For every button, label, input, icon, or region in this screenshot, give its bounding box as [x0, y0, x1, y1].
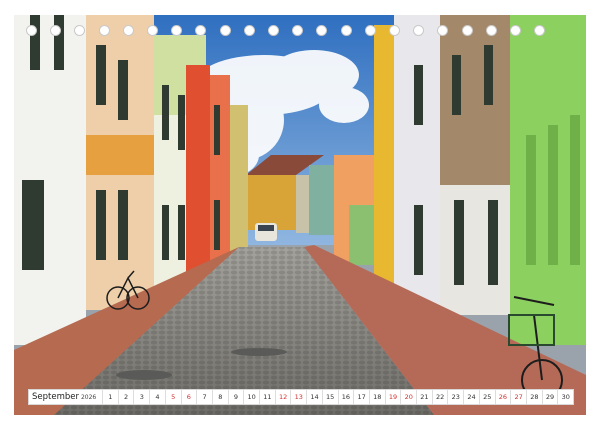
binding-hole — [389, 25, 400, 36]
binding-hole — [268, 25, 279, 36]
calendar-day: 24 — [463, 390, 479, 404]
binding-hole — [364, 25, 376, 36]
binding-hole — [219, 25, 231, 36]
calendar-day: 17 — [353, 390, 369, 404]
calendar-day: 15 — [321, 390, 338, 404]
calendar-day: 20 — [400, 390, 416, 404]
binding-hole — [316, 25, 328, 36]
calendar-day: 12 — [274, 390, 291, 404]
binding-hole — [485, 25, 497, 36]
binding-holes — [0, 25, 600, 39]
binding-hole — [195, 25, 207, 36]
calendar-day: 4 — [149, 390, 165, 404]
year-label: 2026 — [80, 394, 97, 401]
calendar-day: 13 — [290, 390, 306, 404]
calendar-day: 11 — [259, 390, 275, 404]
street-photo — [14, 15, 586, 415]
binding-hole — [413, 25, 425, 36]
binding-hole — [340, 25, 352, 36]
calendar-day: 26 — [494, 390, 511, 404]
calendar-day: 3 — [133, 390, 149, 404]
calendar-day: 6 — [180, 390, 197, 404]
manhole — [231, 348, 287, 356]
calendar-day: 5 — [164, 390, 181, 404]
calendar-day: 23 — [447, 390, 463, 404]
binding-hole — [534, 25, 546, 36]
street-scene — [14, 15, 586, 415]
binding-hole — [26, 25, 37, 36]
calendar-day: 2 — [117, 390, 134, 404]
month-name: September — [32, 392, 79, 402]
calendar-day: 30 — [557, 390, 573, 404]
calendar-day: 1 — [102, 390, 118, 404]
calendar-day: 28 — [525, 390, 542, 404]
calendar-day: 14 — [306, 390, 322, 404]
binding-hole — [243, 25, 255, 36]
binding-hole — [122, 25, 134, 36]
month-label: September 2026 — [29, 390, 102, 404]
calendar-day: 19 — [384, 390, 401, 404]
calendar-day: 16 — [337, 390, 354, 404]
calendar-strip: September 2026 1 2 3 4 5 6 7 8 9 10 11 12 13 14 15 16 17 1… — [28, 389, 574, 405]
day-row: 1 2 3 4 5 6 7 8 9 10 11 12 13 14 15 16 17 18 19 20 21 22 23 24 2… — [102, 390, 573, 404]
calendar-day: 25 — [478, 390, 495, 404]
binding-hole — [171, 25, 183, 36]
binding-hole — [292, 25, 304, 36]
calendar-day: 21 — [416, 390, 432, 404]
binding-hole — [147, 25, 158, 36]
calendar-day: 29 — [541, 390, 558, 404]
binding-hole — [74, 25, 86, 36]
binding-hole — [50, 25, 62, 36]
calendar-day: 27 — [510, 390, 526, 404]
calendar-day: 18 — [368, 390, 385, 404]
binding-hole — [437, 25, 449, 36]
car — [255, 223, 277, 241]
calendar-day: 10 — [243, 390, 259, 404]
binding-hole — [98, 25, 110, 36]
calendar-page: September 2026 1 2 3 4 5 6 7 8 9 10 11 12 13 14 15 16 17 1… — [0, 0, 600, 431]
calendar-day: 7 — [196, 390, 212, 404]
calendar-day: 8 — [211, 390, 228, 404]
calendar-day: 9 — [227, 390, 244, 404]
calendar-day: 22 — [431, 390, 448, 404]
binding-hole — [510, 25, 521, 36]
binding-hole — [461, 25, 473, 36]
